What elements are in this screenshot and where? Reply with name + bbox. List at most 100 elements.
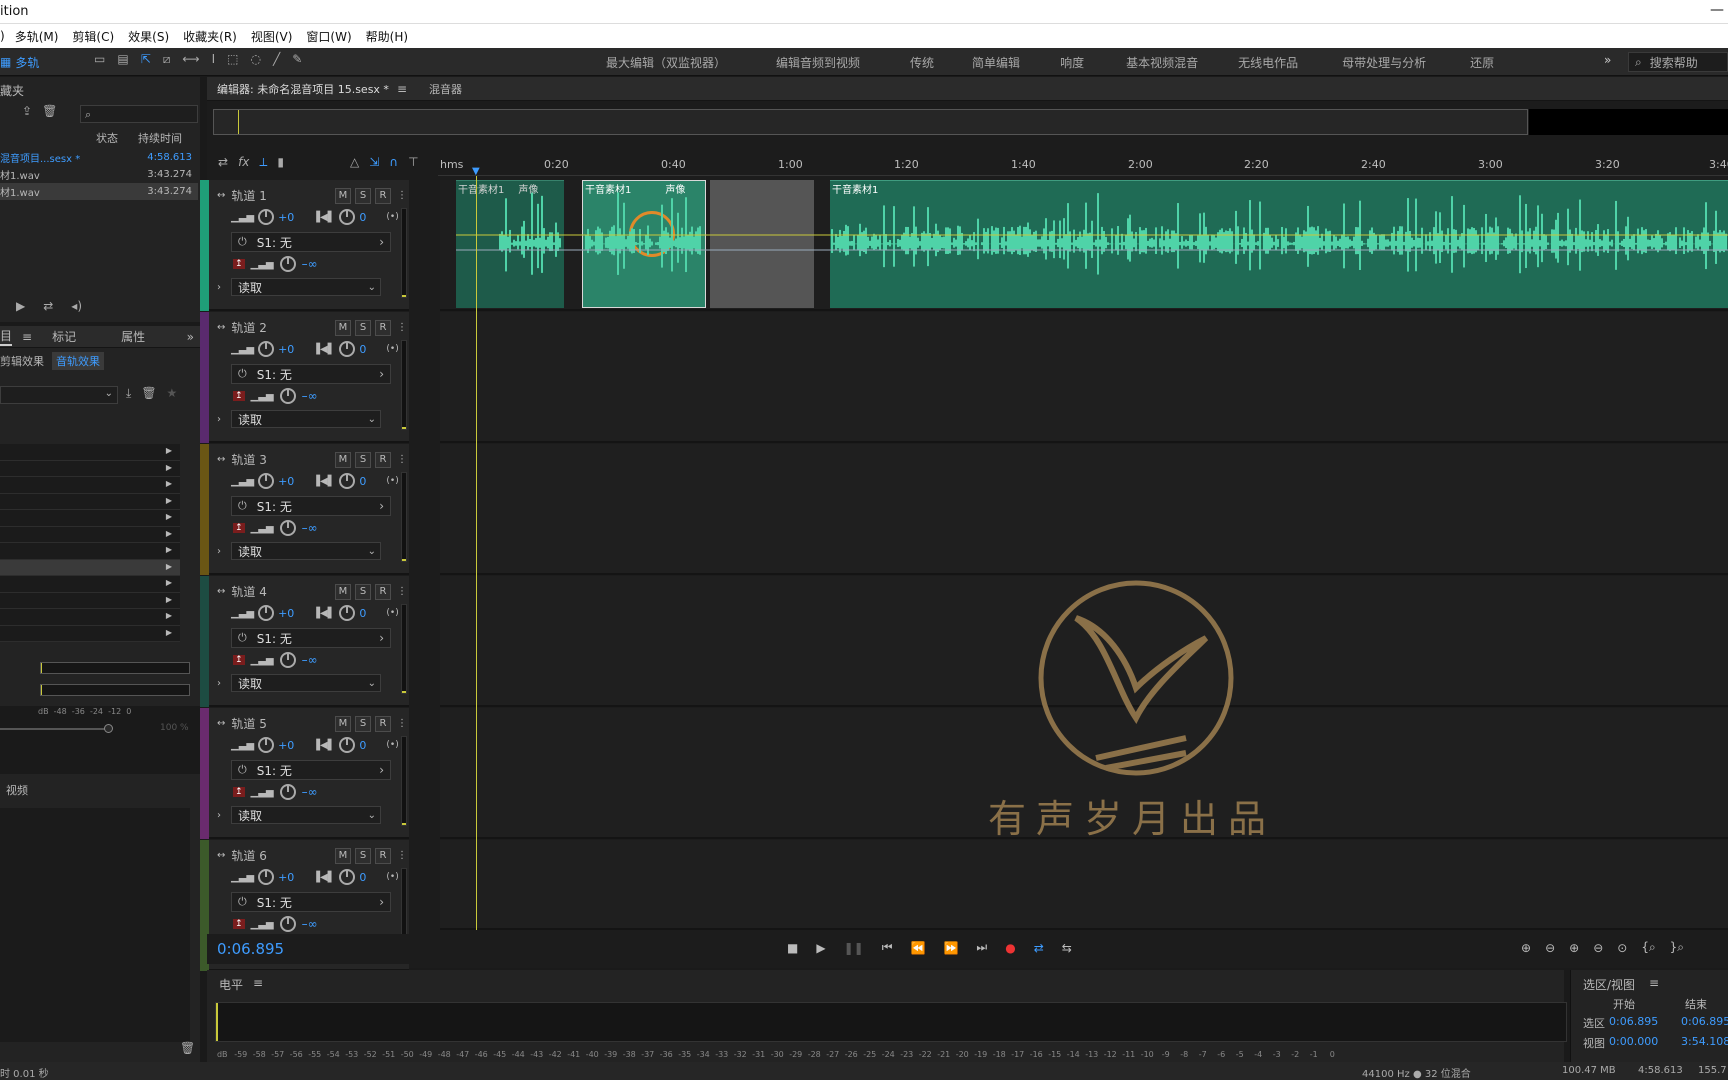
input-icon[interactable]: ↥ <box>233 919 245 929</box>
razor-tool-icon[interactable]: ⧄ <box>163 53 171 65</box>
send-slot[interactable]: ⏻ S1: 无 › <box>231 628 391 648</box>
expand-track-icon[interactable]: › <box>217 282 221 293</box>
input-icon[interactable]: ↥ <box>233 523 245 533</box>
track-move-icon[interactable]: ↔ <box>217 718 225 729</box>
rack-slot-12[interactable]: ▶ <box>0 626 180 642</box>
rack-slot-6[interactable]: ▶ <box>0 527 180 543</box>
fast-forward-icon[interactable]: ⏩ <box>943 941 958 955</box>
stereo-icon[interactable]: (•) <box>386 740 398 750</box>
track-move-icon[interactable]: ↔ <box>217 190 225 201</box>
workspace-8[interactable]: 还原 <box>1470 54 1494 71</box>
track-name[interactable]: 轨道 6 <box>231 847 266 864</box>
rack-slot-3[interactable]: ▶ <box>0 477 180 494</box>
marquee-icon[interactable]: ⬚ <box>227 53 238 65</box>
send-value-icon[interactable]: –∞ <box>302 257 318 271</box>
eq-icon[interactable]: ▮ <box>277 156 284 168</box>
send-knob[interactable] <box>279 784 296 800</box>
power-icon[interactable]: ⏻ <box>238 763 247 777</box>
automation-mode-select[interactable]: 读取 ⌄ <box>231 542 381 560</box>
stereo-icon[interactable]: (•) <box>386 872 398 882</box>
editor-menu-icon[interactable]: ≡ <box>397 82 407 96</box>
track-menu-icon[interactable]: ⋮ <box>397 190 407 201</box>
stereo-icon[interactable]: (•) <box>386 344 398 354</box>
mute-button[interactable]: M <box>335 847 351 864</box>
skip-selection-icon[interactable]: ⇆ <box>1062 941 1072 955</box>
time-selection-icon[interactable]: I <box>212 53 216 65</box>
subtab-clip-effects[interactable]: 剪辑效果 <box>0 353 44 369</box>
automation-mode-select[interactable]: 读取 ⌄ <box>231 410 381 428</box>
workspace-4[interactable]: 响度 <box>1060 54 1084 71</box>
sends-icon[interactable]: ⟂ <box>259 156 267 168</box>
expand-track-icon[interactable]: › <box>217 546 221 557</box>
multitrack-mode-label[interactable]: 多轨 <box>15 54 39 71</box>
send-knob[interactable] <box>279 388 296 404</box>
volume-knob[interactable] <box>258 737 275 753</box>
tab-markers[interactable]: 标记 <box>52 328 76 345</box>
stop-icon[interactable]: ■ <box>787 941 798 955</box>
track-lane-2[interactable] <box>440 312 1728 443</box>
expand-track-icon[interactable]: › <box>217 810 221 821</box>
solo-button[interactable]: S <box>355 187 371 204</box>
selection-start[interactable]: 0:06.895 <box>1609 1015 1658 1028</box>
rewind-icon[interactable]: ⏪ <box>911 941 926 955</box>
menu-prefix[interactable]: ) <box>0 29 5 43</box>
pan-knob[interactable] <box>339 605 356 621</box>
rack-slot-7[interactable]: ▶ <box>0 543 180 560</box>
loop-playback-icon[interactable]: ⇄ <box>1034 941 1044 955</box>
metronome-icon[interactable]: △ <box>350 156 359 168</box>
to-start-icon[interactable]: ⏮ <box>882 940 893 955</box>
volume-knob[interactable] <box>258 209 275 225</box>
pan-value[interactable]: 0 <box>359 475 366 488</box>
col-duration[interactable]: 持续时间 <box>138 130 182 146</box>
send-value-icon[interactable]: –∞ <box>302 653 318 667</box>
menu-view[interactable]: 视图(V) <box>251 28 293 45</box>
mute-button[interactable]: M <box>335 451 351 468</box>
import-icon[interactable]: ⇪ <box>22 105 32 117</box>
fx-icon[interactable]: fx <box>238 156 249 168</box>
workspace-1[interactable]: 编辑音频到视频 <box>776 54 860 71</box>
mute-button[interactable]: M <box>335 715 351 732</box>
track-menu-icon[interactable]: ⋮ <box>397 718 407 729</box>
pan-value[interactable]: 0 <box>359 871 366 884</box>
track-name[interactable]: 轨道 3 <box>231 451 266 468</box>
stereo-icon[interactable]: (•) <box>386 476 398 486</box>
menu-effects[interactable]: 效果(S) <box>128 28 169 45</box>
marker-icon[interactable]: ⊤ <box>408 156 418 168</box>
playhead-line[interactable] <box>476 176 477 930</box>
zoom-out-amplitude-icon[interactable]: ⊖ <box>1545 941 1555 955</box>
tab-effects[interactable]: 目 <box>0 327 13 346</box>
power-icon[interactable]: ⏻ <box>238 367 247 381</box>
stereo-icon[interactable]: (•) <box>386 212 398 222</box>
subtab-track-effects[interactable]: 音轨效果 <box>52 352 104 370</box>
brush-icon[interactable]: ╱ <box>273 53 280 65</box>
automation-mode-select[interactable]: 读取 ⌄ <box>231 278 381 296</box>
spectral-view-icon[interactable]: ▤ <box>117 53 128 65</box>
trash-icon[interactable]: 🗑 <box>180 1042 195 1054</box>
volume-knob[interactable] <box>258 341 275 357</box>
more-workspaces-icon[interactable]: » <box>1604 53 1611 67</box>
workspace-6[interactable]: 无线电作品 <box>1238 54 1298 71</box>
automation-mode-select[interactable]: 读取 ⌄ <box>231 806 381 824</box>
play-icon[interactable]: ▶ <box>816 941 825 955</box>
lasso-icon[interactable]: ◌ <box>250 53 260 65</box>
menu-help[interactable]: 帮助(H) <box>366 28 408 45</box>
input-icon[interactable]: ↥ <box>233 655 245 665</box>
record-icon[interactable]: ● <box>1005 941 1015 955</box>
send-value-icon[interactable]: –∞ <box>302 521 318 535</box>
power-icon[interactable]: ⏻ <box>238 631 247 645</box>
rack-slot-5[interactable]: ▶ <box>0 510 180 527</box>
rack-slot-11[interactable]: ▶ <box>0 609 180 626</box>
input-icon[interactable]: ↥ <box>233 391 245 401</box>
expand-track-icon[interactable]: › <box>217 678 221 689</box>
preset-select[interactable]: ⌄ <box>0 386 118 404</box>
pan-value[interactable]: 0 <box>359 739 366 752</box>
waveform-view-icon[interactable]: ▭ <box>94 53 105 65</box>
col-status[interactable]: 状态 <box>96 130 118 146</box>
track-move-icon[interactable]: ↔ <box>217 322 225 333</box>
solo-button[interactable]: S <box>355 583 371 600</box>
menu-clip[interactable]: 剪辑(C) <box>72 28 114 45</box>
volume-value[interactable]: +0 <box>278 475 294 488</box>
track-move-icon[interactable]: ↔ <box>217 850 225 861</box>
level-menu-icon[interactable]: ≡ <box>253 976 263 990</box>
rack-slot-1[interactable]: ▶ <box>0 444 180 461</box>
